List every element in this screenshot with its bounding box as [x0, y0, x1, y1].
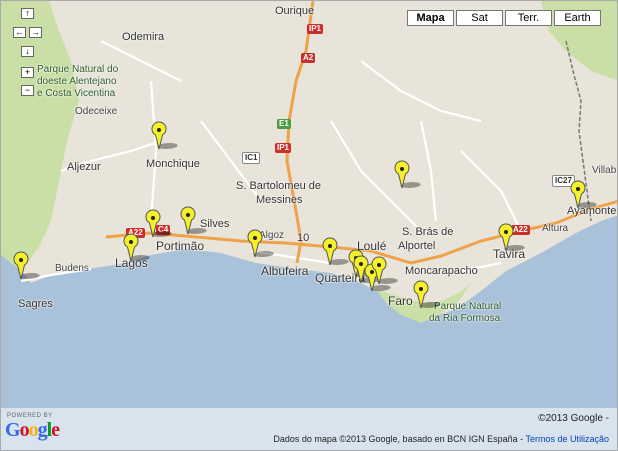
shield-ic1: IC1: [242, 152, 261, 164]
map-marker[interactable]: [247, 229, 274, 259]
label-sbartolomeu-1: S. Bartolomeu de: [236, 180, 321, 192]
map-marker[interactable]: [123, 233, 150, 263]
label-park-sw-3: e Costa Vicentina: [37, 88, 116, 99]
label-ria-formosa-1: Parque Natural: [434, 301, 502, 312]
label-sagres: Sagres: [18, 298, 53, 310]
pan-up-button[interactable]: ↑: [21, 8, 34, 19]
label-ria-formosa-2: da Ria Formosa: [429, 313, 501, 324]
label-portimao: Portimão: [156, 239, 205, 253]
map-marker[interactable]: [145, 209, 172, 239]
label-odemira: Odemira: [122, 31, 165, 43]
shield-e1: E1: [277, 119, 291, 129]
map-marker[interactable]: [322, 237, 349, 267]
map-type-sat[interactable]: Sat: [456, 10, 503, 26]
map-type-earth[interactable]: Earth: [554, 10, 601, 26]
park-west: [1, 1, 79, 271]
shield-a2: A2: [301, 53, 316, 63]
map-type-mapa[interactable]: Mapa: [407, 10, 454, 26]
shield-ip1-north: IP1: [307, 24, 324, 34]
label-ten: 10: [297, 232, 310, 244]
copyright-text: ©2013 Google -: [538, 413, 609, 424]
zoom-out-button[interactable]: −: [21, 85, 34, 96]
pan-down-button[interactable]: ↓: [21, 46, 34, 57]
map-marker[interactable]: [570, 180, 597, 210]
label-altura: Altura: [542, 223, 569, 234]
map-marker[interactable]: [413, 280, 440, 310]
label-sbras-1: S. Brás de: [402, 226, 454, 238]
map-type-terr[interactable]: Terr.: [505, 10, 552, 26]
map-marker[interactable]: [151, 121, 178, 151]
pan-left-button[interactable]: ←: [13, 27, 26, 38]
map-data-attribution: Dados do mapa ©2013 Google, basado en BC…: [273, 434, 609, 444]
zoom-in-button[interactable]: +: [21, 67, 34, 78]
map-data-text: Dados do mapa ©2013 Google, basado en BC…: [273, 434, 524, 444]
map-type-control: Mapa Sat Terr. Earth: [405, 10, 601, 26]
label-sbartolomeu-2: Messines: [256, 194, 303, 206]
map-marker[interactable]: [394, 160, 421, 190]
terms-link[interactable]: Termos de Utilização: [525, 434, 609, 444]
map-marker[interactable]: [371, 256, 398, 286]
map-marker[interactable]: [180, 206, 207, 236]
label-faro: Faro: [388, 294, 413, 308]
map-marker[interactable]: [13, 251, 40, 281]
label-sbras-2: Alportel: [398, 240, 436, 252]
label-park-sw-2: doeste Alentejano: [37, 76, 117, 87]
label-monchique: Monchique: [146, 158, 200, 170]
pan-right-button[interactable]: →: [29, 27, 42, 38]
label-budens: Budens: [55, 263, 89, 274]
label-odeceixe: Odeceixe: [75, 106, 118, 117]
label-villab: Villab: [592, 165, 617, 176]
label-ourique: Ourique: [275, 5, 315, 17]
label-moncarapacho: Moncarapacho: [405, 265, 478, 277]
label-aljezur: Aljezur: [67, 161, 101, 173]
map-marker[interactable]: [498, 223, 525, 253]
map-canvas[interactable]: Ourique Odemira Parque Natural do doeste…: [0, 0, 618, 451]
google-logo[interactable]: Google: [5, 419, 60, 442]
label-albufeira: Albufeira: [261, 264, 309, 278]
shield-ip1-south: IP1: [275, 143, 292, 153]
label-park-sw-1: Parque Natural do: [37, 64, 119, 75]
